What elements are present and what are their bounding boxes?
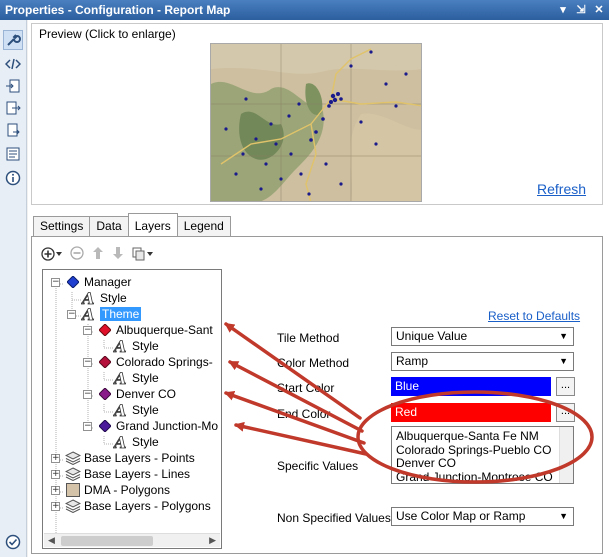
tree-item-dma-polygons[interactable]: + DMA - Polygons xyxy=(51,482,170,498)
tree-horizontal-scrollbar[interactable]: ◀ ▶ xyxy=(44,533,220,547)
end-color-swatch[interactable]: Red xyxy=(391,403,551,422)
svg-text:A: A xyxy=(81,290,94,306)
undock-icon[interactable]: ⇲ xyxy=(575,0,587,20)
preview-group: Preview (Click to enlarge) Refresh xyxy=(31,23,603,205)
specific-values-label: Specific Values xyxy=(277,459,359,473)
non-specified-values-select[interactable]: Use Color Map or Ramp ▼ xyxy=(391,507,574,526)
layers-toolbar xyxy=(41,245,153,263)
annotation-icon[interactable] xyxy=(3,144,23,164)
left-toolbar xyxy=(0,20,27,557)
add-layer-icon[interactable] xyxy=(41,247,62,261)
tree-item-grand-junction[interactable]: − Grand Junction-Mo xyxy=(83,418,218,434)
chevron-down-icon: ▼ xyxy=(559,331,568,341)
non-specified-values-label: Non Specified Values xyxy=(277,511,391,525)
diamond-purple-icon xyxy=(97,386,113,402)
layers-panel: − Manager A Style − A Theme − Albuquerqu… xyxy=(31,236,603,554)
layers-icon xyxy=(65,498,81,514)
svg-text:A: A xyxy=(113,434,126,450)
start-color-label: Start Color xyxy=(277,381,335,395)
end-color-label: End Color xyxy=(277,407,331,421)
refresh-link[interactable]: Refresh xyxy=(537,181,586,197)
scroll-left-icon[interactable]: ◀ xyxy=(48,535,55,546)
color-method-label: Color Method xyxy=(277,356,350,370)
tree-item-style[interactable]: A Style xyxy=(113,338,159,354)
move-down-icon[interactable] xyxy=(112,246,124,263)
layers-tree[interactable]: − Manager A Style − A Theme − Albuquerqu… xyxy=(42,269,222,549)
specific-values-list[interactable]: Albuquerque-Santa Fe NM Colorado Springs… xyxy=(391,426,574,484)
reset-to-defaults-link[interactable]: Reset to Defaults xyxy=(488,309,580,323)
map-preview-image[interactable] xyxy=(210,43,422,202)
diamond-darkviolet-icon xyxy=(97,418,113,434)
tile-method-select[interactable]: Unique Value ▼ xyxy=(391,327,574,346)
dropdown-icon[interactable]: ▾ xyxy=(557,0,569,20)
scroll-right-icon[interactable]: ▶ xyxy=(209,535,216,546)
xml-icon[interactable] xyxy=(3,54,23,74)
tree-item-colorado-springs[interactable]: − Colorado Springs- xyxy=(83,354,213,370)
tab-legend[interactable]: Legend xyxy=(176,216,231,236)
chevron-down-icon: ▼ xyxy=(559,356,568,366)
tree-item-denver[interactable]: − Denver CO xyxy=(83,386,176,402)
list-scrollbar[interactable] xyxy=(559,427,573,483)
diamond-red-icon xyxy=(97,322,113,338)
color-method-select[interactable]: Ramp ▼ xyxy=(391,352,574,371)
start-color-picker-button[interactable]: ... xyxy=(556,377,575,396)
tree-item-style[interactable]: A Style xyxy=(113,370,159,386)
list-item[interactable]: Denver CO xyxy=(396,456,569,471)
window-title: Properties - Configuration - Report Map xyxy=(5,3,231,17)
tree-item-albuquerque[interactable]: − Albuquerque-Sant xyxy=(83,322,213,338)
tab-data[interactable]: Data xyxy=(89,216,129,236)
start-color-swatch[interactable]: Blue xyxy=(391,377,551,396)
style-a-icon: A xyxy=(113,402,129,418)
window-title-bar: Properties - Configuration - Report Map … xyxy=(0,0,609,20)
close-icon[interactable]: ✕ xyxy=(593,0,605,20)
svg-text:A: A xyxy=(113,370,126,386)
svg-text:A: A xyxy=(113,402,126,418)
end-color-picker-button[interactable]: ... xyxy=(556,403,575,422)
tree-item-theme[interactable]: − A Theme xyxy=(67,306,142,322)
info-icon[interactable] xyxy=(3,168,23,188)
layers-icon xyxy=(65,466,81,482)
export-icon[interactable] xyxy=(3,120,23,140)
wrench-icon[interactable] xyxy=(3,30,23,50)
tab-layers[interactable]: Layers xyxy=(127,213,178,236)
svg-text:A: A xyxy=(81,306,94,322)
list-item[interactable]: Albuquerque-Santa Fe NM xyxy=(396,429,569,444)
style-a-icon: A xyxy=(81,306,97,322)
scrollbar-thumb[interactable] xyxy=(61,536,153,546)
tree-item-base-points[interactable]: + Base Layers - Points xyxy=(51,450,195,466)
polygon-box-icon xyxy=(65,482,81,498)
style-a-icon: A xyxy=(113,338,129,354)
copy-layer-icon[interactable] xyxy=(132,247,153,261)
list-item[interactable]: Grand Junction-Montrose CO xyxy=(396,470,569,485)
svg-text:A: A xyxy=(113,338,126,354)
style-a-icon: A xyxy=(113,370,129,386)
tab-settings[interactable]: Settings xyxy=(33,216,91,236)
move-up-icon[interactable] xyxy=(92,246,104,263)
tree-item-base-lines[interactable]: + Base Layers - Lines xyxy=(51,466,190,482)
tree-item-base-polygons[interactable]: + Base Layers - Polygons xyxy=(51,498,211,514)
tree-item-style[interactable]: A Style xyxy=(113,402,159,418)
remove-layer-icon[interactable] xyxy=(70,245,84,263)
list-item[interactable]: Colorado Springs-Pueblo CO xyxy=(396,443,569,458)
checkmark-icon[interactable] xyxy=(3,532,23,552)
input-anchor-icon[interactable] xyxy=(3,76,23,96)
style-a-icon: A xyxy=(113,434,129,450)
preview-label: Preview (Click to enlarge) xyxy=(39,27,176,41)
diamond-blue-icon xyxy=(65,274,81,290)
tab-bar: Settings Data Layers Legend xyxy=(33,213,231,236)
main-content: Preview (Click to enlarge) Refresh Setti… xyxy=(28,20,609,557)
output-anchor-icon[interactable] xyxy=(3,98,23,118)
tile-method-label: Tile Method xyxy=(277,331,340,345)
diamond-crimson-icon xyxy=(97,354,113,370)
chevron-down-icon: ▼ xyxy=(559,511,568,521)
tree-item-manager[interactable]: − Manager xyxy=(51,274,131,290)
tree-item-style[interactable]: A Style xyxy=(81,290,127,306)
tree-item-style[interactable]: A Style xyxy=(113,434,159,450)
style-a-icon: A xyxy=(81,290,97,306)
layers-icon xyxy=(65,450,81,466)
